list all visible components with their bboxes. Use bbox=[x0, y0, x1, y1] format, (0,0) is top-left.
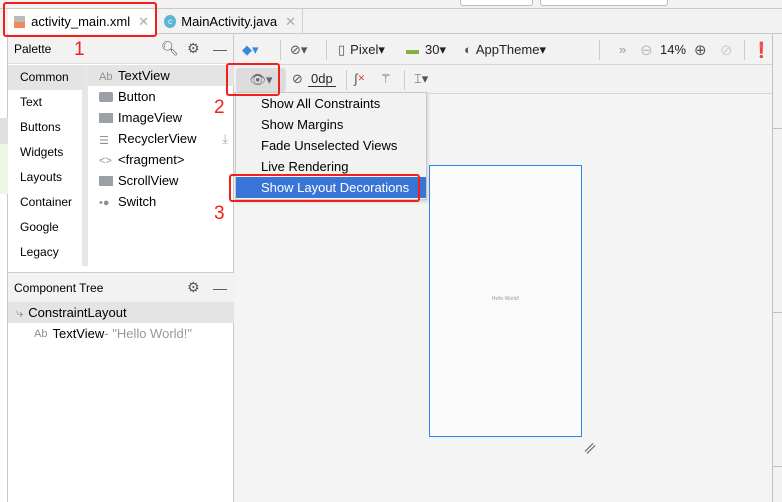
device-dropdown[interactable]: ▯ Pixel ▾ bbox=[338, 42, 385, 58]
text-ab-icon: Ab bbox=[34, 327, 48, 340]
gear-icon[interactable]: ⚙ bbox=[187, 40, 200, 57]
search-icon[interactable]: 🔍︎ bbox=[161, 40, 179, 57]
layers-icon[interactable]: ◆▾ bbox=[242, 42, 259, 58]
category-container[interactable]: Container bbox=[8, 190, 82, 215]
scrollview-icon bbox=[99, 175, 113, 186]
node-label: TextView bbox=[52, 326, 105, 341]
palette-item-imageview[interactable]: ImageView bbox=[88, 107, 234, 128]
clear-constraints-icon[interactable]: ∫ ✕ bbox=[354, 71, 365, 86]
item-label: Button bbox=[118, 89, 156, 104]
download-icon[interactable]: ⤓ bbox=[222, 131, 228, 147]
category-widgets[interactable]: Widgets bbox=[8, 140, 82, 165]
guidelines-icon[interactable]: ⌶▾ bbox=[414, 71, 428, 87]
category-google[interactable]: Google bbox=[8, 215, 82, 240]
api-label: 30 bbox=[425, 42, 440, 57]
right-side-panel bbox=[772, 34, 782, 502]
annotation-number-1: 1 bbox=[74, 39, 85, 60]
node-text-value: - "Hello World!" bbox=[104, 326, 192, 341]
theme-dropdown[interactable]: ◐ AppTheme ▾ bbox=[464, 42, 546, 58]
zoom-fit-icon[interactable]: ⊘ bbox=[720, 41, 733, 59]
tree-node-textview[interactable]: Ab TextView - "Hello World!" bbox=[8, 323, 234, 344]
node-label: ConstraintLayout bbox=[28, 305, 127, 320]
component-tree-header: Component Tree ⚙ — bbox=[8, 272, 234, 302]
minimize-icon[interactable]: — bbox=[213, 41, 227, 57]
annotation-number-3: 3 bbox=[214, 203, 225, 224]
palette-header: Palette 🔍︎ ⚙ — bbox=[8, 34, 233, 64]
gear-icon[interactable]: ⚙ bbox=[187, 279, 200, 296]
collapsed-side-panel bbox=[0, 34, 8, 502]
category-common[interactable]: Common bbox=[8, 65, 82, 90]
menu-show-margins[interactable]: Show Margins bbox=[236, 114, 426, 135]
list-icon: ☰ bbox=[99, 134, 109, 147]
annotation-box-1 bbox=[3, 2, 157, 37]
menu-show-all-constraints[interactable]: Show All Constraints bbox=[236, 93, 426, 114]
menu-fade-unselected-views[interactable]: Fade Unselected Views bbox=[236, 135, 426, 156]
palette-panel: Palette 🔍︎ ⚙ — Common Text Buttons Widge… bbox=[8, 34, 234, 502]
category-buttons[interactable]: Buttons bbox=[8, 115, 82, 140]
palette-title: Palette bbox=[14, 41, 52, 56]
constraint-layout-icon: ⤷ bbox=[16, 304, 24, 320]
theme-label: AppTheme bbox=[475, 42, 540, 57]
category-layouts[interactable]: Layouts bbox=[8, 165, 82, 190]
orientation-icon[interactable]: ⊘▾ bbox=[290, 42, 307, 58]
theme-icon: ◐ bbox=[464, 42, 472, 57]
item-label: ImageView bbox=[118, 110, 183, 125]
image-icon bbox=[99, 112, 113, 123]
code-icon: <> bbox=[99, 154, 112, 167]
palette-item-fragment[interactable]: <> <fragment> bbox=[88, 149, 234, 170]
component-tree-title: Component Tree bbox=[14, 280, 104, 295]
palette-item-switch[interactable]: •● Switch bbox=[88, 191, 234, 212]
device-label: Pixel bbox=[350, 42, 379, 57]
tree-node-constraintlayout[interactable]: ⤷ ConstraintLayout bbox=[8, 302, 234, 323]
run-config-box[interactable] bbox=[460, 0, 533, 6]
palette-item-recyclerview[interactable]: ☰ RecyclerView ⤓ bbox=[88, 128, 234, 149]
preview-hello-text[interactable]: Hello World! bbox=[430, 296, 581, 302]
minimize-icon[interactable]: — bbox=[213, 280, 227, 296]
zoom-level: 14% bbox=[660, 42, 687, 57]
item-label: RecyclerView bbox=[118, 131, 197, 146]
item-label: <fragment> bbox=[118, 152, 185, 167]
tab-main-activity[interactable]: c MainActivity.java ✕ bbox=[158, 9, 303, 34]
text-ab-icon: Ab bbox=[99, 70, 113, 83]
item-label: Switch bbox=[118, 194, 157, 209]
category-text[interactable]: Text bbox=[8, 90, 82, 115]
overflow-icon[interactable]: » bbox=[619, 42, 626, 57]
zoom-out-icon[interactable]: ⊖ bbox=[640, 41, 653, 59]
constraint-toolbar: 👁︎ ▾ ⊘ 0dp ∫ ✕ ⚚ ⌶▾ bbox=[234, 66, 772, 94]
category-legacy[interactable]: Legacy bbox=[8, 240, 82, 265]
button-icon bbox=[99, 91, 113, 102]
autoconnect-icon[interactable]: ⊘ bbox=[292, 71, 303, 87]
warning-icon[interactable]: ❗ bbox=[752, 41, 771, 59]
item-label: ScrollView bbox=[118, 173, 179, 188]
infer-constraints-icon[interactable]: ⚚ bbox=[380, 71, 392, 87]
palette-items: Ab TextView Button ImageView ☰ RecyclerVie… bbox=[88, 65, 234, 266]
phone-icon: ▯ bbox=[338, 41, 346, 57]
api-dropdown[interactable]: ▬ 30 ▾ bbox=[406, 42, 446, 58]
palette-categories: Common Text Buttons Widgets Layouts Cont… bbox=[8, 65, 88, 266]
switch-icon: •● bbox=[99, 196, 110, 209]
close-icon[interactable]: ✕ bbox=[285, 14, 296, 30]
design-toolbar: ◆▾ ⊘▾ ▯ Pixel ▾ ▬ 30 ▾ ◐ AppTheme ▾ » ⊖ 14% ⊕ … bbox=[234, 35, 772, 65]
device-select-box[interactable] bbox=[540, 0, 668, 6]
palette-item-textview[interactable]: Ab TextView bbox=[88, 65, 234, 86]
tab-label: MainActivity.java bbox=[181, 14, 278, 29]
item-label: TextView bbox=[118, 68, 170, 83]
palette-item-button[interactable]: Button bbox=[88, 86, 234, 107]
zoom-in-icon[interactable]: ⊕ bbox=[694, 41, 707, 59]
device-preview[interactable]: Hello World! bbox=[429, 165, 582, 437]
default-margin-field[interactable]: 0dp bbox=[308, 71, 336, 87]
android-icon: ▬ bbox=[406, 42, 419, 57]
palette-item-scrollview[interactable]: ScrollView bbox=[88, 170, 234, 191]
annotation-box-3 bbox=[229, 174, 420, 202]
class-c-icon: c bbox=[164, 15, 177, 28]
annotation-box-2 bbox=[226, 63, 280, 96]
annotation-number-2: 2 bbox=[214, 97, 225, 118]
